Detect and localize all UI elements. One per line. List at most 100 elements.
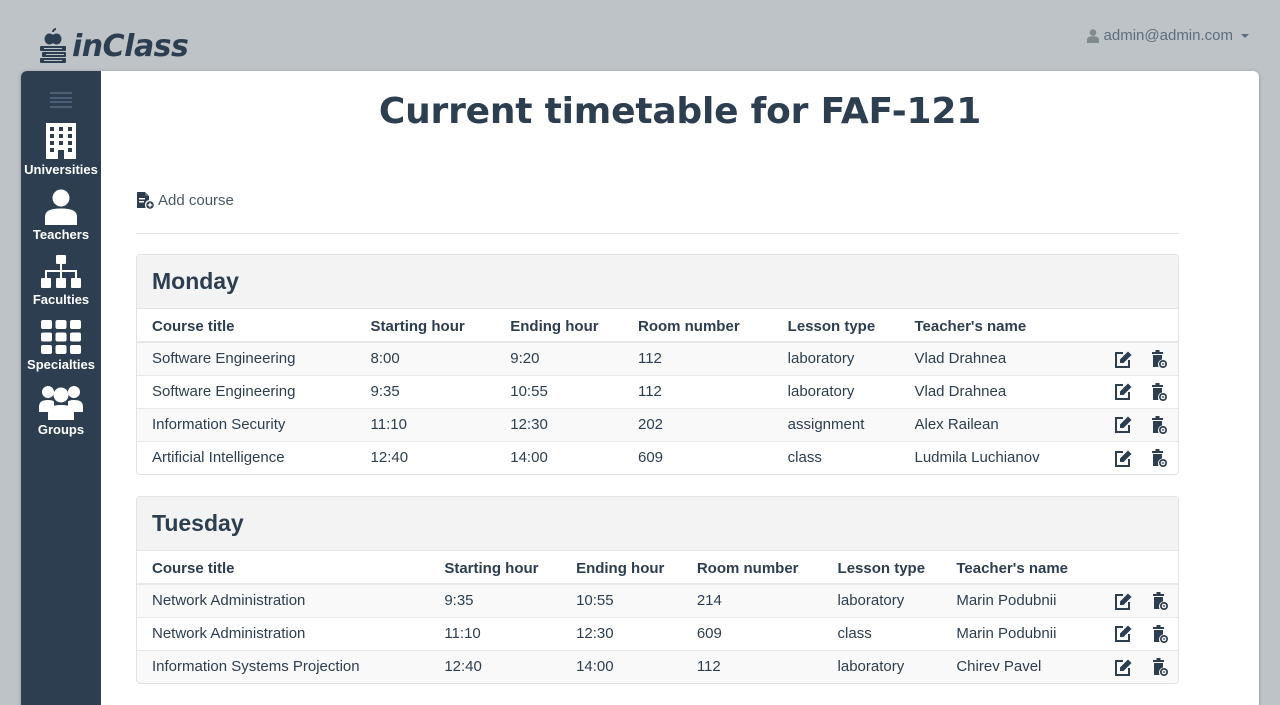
course-title-cell: Software Engineering xyxy=(137,375,371,409)
column-header: Lesson type xyxy=(787,309,915,343)
lesson-type-cell: laboratory xyxy=(837,584,957,618)
room-cell: 112 xyxy=(637,342,788,376)
trash-icon xyxy=(1152,448,1167,467)
lesson-type-cell: class xyxy=(787,449,822,467)
sidebar-item-specialties[interactable]: Specialties xyxy=(21,319,101,372)
course-title-cell: Information Systems Projection xyxy=(137,650,445,683)
delete-button[interactable] xyxy=(1141,408,1178,442)
edit-button[interactable] xyxy=(1104,408,1141,442)
column-header: Ending hour xyxy=(510,309,638,343)
table-row: Information Security 11:10 12:30 202 ass… xyxy=(137,408,1178,442)
end-hour-cell: 14:00 xyxy=(576,650,697,683)
add-course-button[interactable]: Add course xyxy=(136,191,234,209)
day-title: Tuesday xyxy=(152,510,244,536)
course-title-cell: Artificial Intelligence xyxy=(152,449,285,467)
sidebar-item-teachers[interactable]: Teachers xyxy=(21,189,101,242)
room-cell: 609 xyxy=(637,449,664,467)
start-hour-cell: 11:10 xyxy=(444,617,577,651)
delete-button[interactable] xyxy=(1141,375,1178,409)
edit-button[interactable] xyxy=(1104,375,1141,409)
course-title-cell: Information Security xyxy=(137,408,371,442)
table-row: Artificial Intelligence 12:40 14:00 609 … xyxy=(137,441,1178,474)
sidebar-item-label: Specialties xyxy=(27,357,95,372)
trash-icon xyxy=(1152,591,1168,610)
divider xyxy=(136,233,1179,234)
room-cell: 112 xyxy=(696,650,838,683)
table-row: Network Administration 11:10 12:30 609 c… xyxy=(137,617,1178,651)
teacher-cell: Chirev Pavel xyxy=(956,650,1105,683)
end-hour-cell: 12:30 xyxy=(576,617,697,651)
main-content: Current timetable for FAF-121 Add course… xyxy=(101,71,1259,705)
edit-icon xyxy=(1115,659,1132,676)
start-hour-cell: 12:40 xyxy=(444,650,577,683)
edit-button[interactable] xyxy=(1104,650,1142,683)
menu-toggle-icon[interactable] xyxy=(50,92,72,108)
edit-icon xyxy=(1114,351,1132,368)
edit-button[interactable] xyxy=(1104,617,1142,651)
edit-button[interactable] xyxy=(1104,342,1141,376)
teacher-cell: Marin Podubnii xyxy=(956,584,1105,618)
sidebar-item-label: Faculties xyxy=(32,292,90,307)
column-header: Lesson type xyxy=(837,551,957,585)
lesson-type-cell: laboratory xyxy=(787,375,915,409)
delete-button[interactable] xyxy=(1141,342,1178,376)
table-header-row: Course title Starting hour Ending hour R… xyxy=(137,551,1178,585)
column-header: Starting hour xyxy=(444,551,577,585)
trash-icon xyxy=(1152,349,1167,368)
room-cell: 112 xyxy=(637,375,788,409)
lesson-type-cell: class xyxy=(837,617,957,651)
edit-icon xyxy=(1114,416,1132,434)
user-icon xyxy=(1086,28,1099,43)
delete-button[interactable] xyxy=(1142,584,1178,618)
delete-button[interactable] xyxy=(1142,650,1178,683)
trash-icon xyxy=(1152,657,1168,676)
sidebar: Universities Teachers Faculties Specialt… xyxy=(21,71,101,705)
day-panel-monday: Monday Course title Starting hour Ending… xyxy=(136,254,1179,475)
delete-button[interactable] xyxy=(1142,617,1178,651)
sidebar-item-label: Universities xyxy=(24,162,98,177)
table-row: Software Engineering 9:35 10:55 112 labo… xyxy=(137,375,1178,409)
table-row: Information Systems Projection 12:40 14:… xyxy=(137,650,1178,683)
teacher-cell: Vlad Drahnea xyxy=(914,375,1105,409)
column-header: Teacher's name xyxy=(956,551,1105,585)
building-icon xyxy=(46,123,76,159)
app-frame: Universities Teachers Faculties Specialt… xyxy=(21,71,1259,705)
room-cell: 202 xyxy=(637,408,788,442)
sidebar-item-groups[interactable]: Groups xyxy=(21,384,101,437)
delete-button[interactable] xyxy=(1141,441,1178,474)
edit-icon xyxy=(1114,383,1132,401)
edit-button[interactable] xyxy=(1104,441,1141,474)
room-cell: 214 xyxy=(696,584,838,618)
end-hour-cell: 9:20 xyxy=(510,342,638,376)
teacher-cell: Ludmila Luchianov xyxy=(914,449,1040,467)
start-hour-cell: 9:35 xyxy=(370,375,511,409)
sitemap-icon xyxy=(41,255,81,288)
column-header: Starting hour xyxy=(370,309,511,343)
end-hour-cell: 14:00 xyxy=(510,449,548,467)
sidebar-item-faculties[interactable]: Faculties xyxy=(21,254,101,307)
add-document-icon xyxy=(137,192,154,209)
course-title-cell: Network Administration xyxy=(137,617,445,651)
room-cell: 609 xyxy=(696,617,838,651)
edit-icon xyxy=(1115,593,1132,610)
trash-icon xyxy=(1152,415,1167,434)
group-icon xyxy=(39,386,83,420)
day-header: Monday xyxy=(137,255,1178,309)
lesson-type-cell: laboratory xyxy=(837,650,957,683)
column-header: Teacher's name xyxy=(914,309,1105,343)
start-hour-cell: 8:00 xyxy=(370,342,511,376)
trash-icon xyxy=(1152,382,1167,401)
end-hour-cell: 12:30 xyxy=(510,408,638,442)
person-icon xyxy=(45,189,77,225)
column-header: Room number xyxy=(637,309,788,343)
table-header-row: Course title Starting hour Ending hour R… xyxy=(137,309,1178,343)
user-menu[interactable]: admin@admin.com xyxy=(1086,27,1249,44)
app-logo[interactable]: inClass xyxy=(38,28,189,64)
chevron-down-icon xyxy=(1241,33,1249,38)
sidebar-item-universities[interactable]: Universities xyxy=(21,122,101,177)
teacher-cell: Alex Railean xyxy=(914,408,1105,442)
edit-button[interactable] xyxy=(1104,584,1142,618)
logo-text: inClass xyxy=(72,28,189,64)
timetable-monday: Course title Starting hour Ending hour R… xyxy=(137,309,1178,474)
course-title-cell: Software Engineering xyxy=(137,342,371,376)
